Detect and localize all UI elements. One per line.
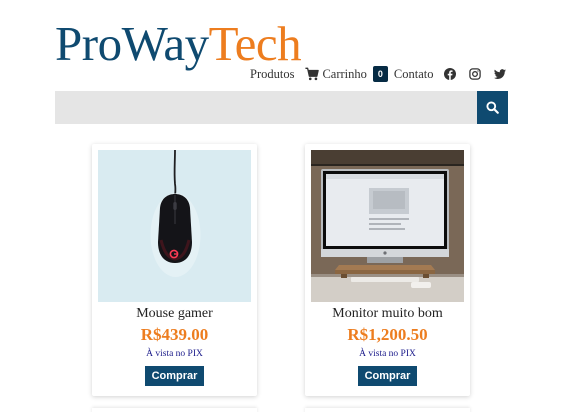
product-card: Monitor muito bom R$1,200.50 À vista no … <box>305 144 470 396</box>
twitter-icon[interactable] <box>494 68 507 80</box>
product-image-monitor[interactable] <box>311 150 464 302</box>
product-card-partial <box>305 408 470 412</box>
product-name[interactable]: Mouse gamer <box>92 306 257 322</box>
top-nav: Produtos Carrinho 0 Contato <box>250 64 507 84</box>
buy-button[interactable]: Comprar <box>145 366 204 386</box>
product-price: R$439.00 <box>140 325 209 344</box>
search-button[interactable] <box>477 91 508 124</box>
nav-link-produtos[interactable]: Produtos <box>250 67 294 82</box>
payment-note: À vista no PIX <box>359 349 416 359</box>
search-icon <box>486 101 499 114</box>
product-price: R$1,200.50 <box>347 325 428 344</box>
logo-text-tech: Tech <box>208 16 302 71</box>
buy-button[interactable]: Comprar <box>358 366 417 386</box>
logo-text-proway: ProWay <box>55 16 209 71</box>
search-input[interactable] <box>55 91 477 124</box>
product-image-mouse[interactable] <box>98 150 251 302</box>
product-name[interactable]: Monitor muito bom <box>305 306 470 322</box>
nav-link-carrinho[interactable]: Carrinho <box>322 67 366 82</box>
nav-link-contato[interactable]: Contato <box>394 67 434 82</box>
cart-icon[interactable] <box>305 67 320 81</box>
facebook-icon[interactable] <box>444 68 457 80</box>
cart-count-badge: 0 <box>372 66 388 82</box>
product-card: Mouse gamer R$439.00 À vista no PIX Comp… <box>92 144 257 396</box>
instagram-icon[interactable] <box>469 68 482 80</box>
payment-note: À vista no PIX <box>146 349 203 359</box>
product-card-partial <box>92 408 257 412</box>
